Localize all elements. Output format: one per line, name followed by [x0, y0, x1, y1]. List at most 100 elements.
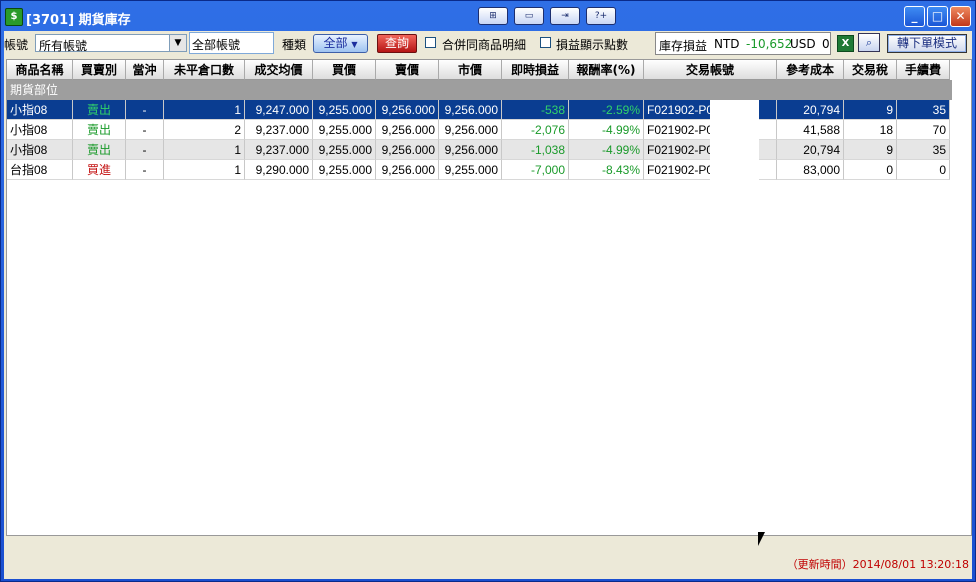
cost-cell: 20,794 — [777, 140, 844, 160]
side-cell: 買進 — [73, 160, 126, 180]
usd-label: USD — [790, 37, 816, 51]
market-price-cell: 9,255.000 — [439, 160, 502, 180]
window-icon[interactable]: ▭ — [514, 7, 544, 25]
query-button[interactable]: 查詢 — [377, 34, 417, 53]
maximize-button[interactable]: □ — [927, 6, 948, 27]
tax-cell: 9 — [844, 140, 897, 160]
dock-icon[interactable]: ⇥ — [550, 7, 580, 25]
inventory-pnl-summary: 庫存損益 NTD -10,652 USD 0 — [655, 32, 831, 55]
account-select-value: 所有帳號 — [39, 39, 88, 53]
group-header[interactable]: 期貨部位 — [7, 80, 952, 100]
title-toolbar: ⊞ ▭ ⇥ ?+ — [478, 7, 616, 25]
fee-cell: 70 — [897, 120, 950, 140]
column-header[interactable]: 買賣別 — [73, 60, 126, 80]
ntd-value: -10,652 — [746, 37, 793, 51]
category-button[interactable]: 全部 ▼ — [313, 34, 368, 53]
excel-export-icon[interactable]: X — [837, 35, 854, 52]
column-header[interactable]: 報酬率(%) — [569, 60, 644, 80]
side-cell: 賣出 — [73, 120, 126, 140]
account-label: 帳號 — [4, 38, 29, 52]
points-label: 損益顯示點數 — [556, 38, 629, 52]
cost-cell: 83,000 — [777, 160, 844, 180]
bid-cell: 9,255.000 — [313, 120, 376, 140]
column-header[interactable]: 參考成本 — [777, 60, 844, 80]
pnl-cell: -2,076 — [502, 120, 569, 140]
open-lots-cell: 1 — [164, 160, 245, 180]
help-icon[interactable]: ?+ — [586, 7, 616, 25]
ntd-label: NTD — [714, 37, 740, 51]
redaction-mask — [710, 160, 759, 180]
chevron-down-icon: ▼ — [351, 40, 358, 49]
daytrade-cell: - — [126, 160, 164, 180]
client-area: 帳號 所有帳號 ▼ 全部帳號 種類 全部 ▼ 查詢 合併同商品明細 損益顯示點數… — [4, 31, 972, 579]
pnl-cell: -7,000 — [502, 160, 569, 180]
column-header[interactable]: 交易帳號 — [644, 60, 777, 80]
column-header[interactable]: 未平倉口數 — [164, 60, 245, 80]
redaction-mask — [710, 120, 759, 140]
pnl-cell: -538 — [502, 100, 569, 120]
return-cell: -2.59% — [569, 100, 644, 120]
window-title: [3701] 期貨庫存 — [26, 13, 131, 28]
daytrade-cell: - — [126, 140, 164, 160]
fee-cell: 35 — [897, 140, 950, 160]
column-header[interactable]: 商品名稱 — [7, 60, 73, 80]
summary-label: 庫存損益 — [659, 39, 708, 53]
toolbar: 帳號 所有帳號 ▼ 全部帳號 種類 全部 ▼ 查詢 合併同商品明細 損益顯示點數… — [4, 31, 972, 59]
open-lots-cell: 2 — [164, 120, 245, 140]
avg-price-cell: 9,247.000 — [245, 100, 313, 120]
close-button[interactable]: ✕ — [950, 6, 971, 27]
magnifier-icon[interactable]: ⌕ — [858, 33, 880, 52]
bid-cell: 9,255.000 — [313, 160, 376, 180]
category-label: 種類 — [282, 38, 307, 52]
fee-cell: 35 — [897, 100, 950, 120]
column-header[interactable]: 買價 — [313, 60, 376, 80]
column-header[interactable]: 成交均價 — [245, 60, 313, 80]
chevron-down-icon[interactable]: ▼ — [169, 35, 186, 51]
bid-cell: 9,255.000 — [313, 100, 376, 120]
open-lots-cell: 1 — [164, 140, 245, 160]
layout-icon[interactable]: ⊞ — [478, 7, 508, 25]
product-cell: 小指08 — [7, 140, 73, 160]
tax-cell: 9 — [844, 100, 897, 120]
redaction-mask — [710, 140, 759, 160]
mouse-cursor-icon — [758, 532, 765, 546]
product-cell: 台指08 — [7, 160, 73, 180]
update-time: （更新時間）2014/08/01 13:20:18 — [786, 558, 969, 571]
market-price-cell: 9,256.000 — [439, 120, 502, 140]
account-select[interactable]: 所有帳號 ▼ — [35, 34, 187, 53]
app-window: $ [3701] 期貨庫存 ⊞ ▭ ⇥ ?+ _ □ ✕ 帳號 所有帳號 ▼ 全… — [0, 0, 976, 582]
column-header[interactable]: 市價 — [439, 60, 502, 80]
ask-cell: 9,256.000 — [376, 140, 439, 160]
app-logo-icon: $ — [5, 8, 23, 26]
open-lots-cell: 1 — [164, 100, 245, 120]
column-header[interactable]: 交易稅 — [844, 60, 897, 80]
title-bar[interactable]: $ [3701] 期貨庫存 ⊞ ▭ ⇥ ?+ _ □ ✕ — [1, 1, 975, 31]
side-cell: 賣出 — [73, 140, 126, 160]
avg-price-cell: 9,290.000 — [245, 160, 313, 180]
ask-cell: 9,256.000 — [376, 100, 439, 120]
column-header[interactable]: 手續費 — [897, 60, 950, 80]
positions-table: 商品名稱 買賣別 當沖 未平倉口數 成交均價 買價 賣價 市價 即時損益 報酬率… — [6, 59, 972, 536]
account-field[interactable]: 全部帳號 — [189, 32, 274, 54]
market-price-cell: 9,256.000 — [439, 100, 502, 120]
daytrade-cell: - — [126, 120, 164, 140]
avg-price-cell: 9,237.000 — [245, 140, 313, 160]
usd-value: 0 — [822, 37, 830, 51]
market-price-cell: 9,256.000 — [439, 140, 502, 160]
column-header[interactable]: 賣價 — [376, 60, 439, 80]
fee-cell: 0 — [897, 160, 950, 180]
return-cell: -4.99% — [569, 120, 644, 140]
column-header[interactable]: 當沖 — [126, 60, 164, 80]
side-cell: 賣出 — [73, 100, 126, 120]
tax-cell: 0 — [844, 160, 897, 180]
product-cell: 小指08 — [7, 100, 73, 120]
points-checkbox[interactable] — [540, 37, 551, 48]
merge-checkbox[interactable] — [425, 37, 436, 48]
cost-cell: 20,794 — [777, 100, 844, 120]
minimize-button[interactable]: _ — [904, 6, 925, 27]
column-header[interactable]: 即時損益 — [502, 60, 569, 80]
pnl-cell: -1,038 — [502, 140, 569, 160]
bid-cell: 9,255.000 — [313, 140, 376, 160]
tax-cell: 18 — [844, 120, 897, 140]
order-mode-button[interactable]: 轉下單模式 — [887, 34, 967, 53]
